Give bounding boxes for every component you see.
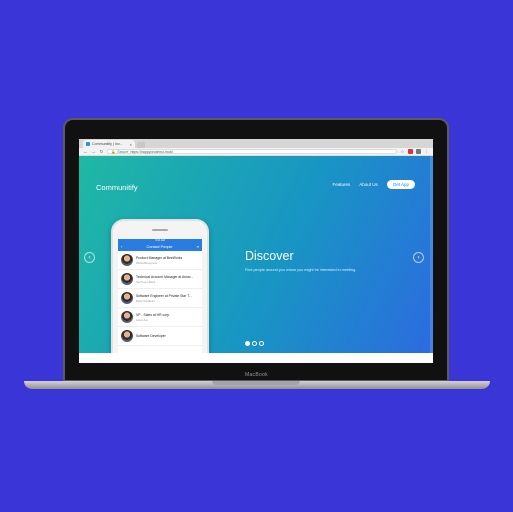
tab-title: Communitify | Inv... — [92, 142, 123, 146]
address-bar: ← → ↻ 🔒 Secure https://happyorcdemo.mobi… — [79, 148, 433, 156]
contact-row[interactable]: Technical Account Manager at Amaz... Sey… — [118, 270, 202, 289]
hero-subtitle: Find people around you whom you might be… — [245, 268, 357, 272]
browser-tab-bar: Communitify | Inv... × — [79, 139, 433, 148]
favicon-icon — [86, 142, 90, 146]
contact-company: Works/Boogmeer — [136, 260, 158, 265]
url-input[interactable]: 🔒 Secure https://happyorcdemo.mobi — [107, 149, 397, 154]
laptop-notch — [212, 381, 300, 385]
phone-mockup: 9:41 AM ‹ Contact People ≡ Product Manag… — [111, 219, 209, 353]
contact-title: Technical Account Manager at Amaz... — [136, 274, 194, 279]
back-icon[interactable]: ‹ — [121, 245, 122, 249]
carousel-dot[interactable] — [259, 341, 264, 346]
contact-row[interactable]: Software Engineer at Private Star T... B… — [118, 289, 202, 308]
contact-company: Beal Cloudless — [136, 298, 155, 303]
star-icon[interactable]: ☆ — [400, 149, 405, 155]
close-icon[interactable]: × — [130, 142, 132, 147]
carousel-dots — [245, 341, 264, 346]
reload-icon[interactable]: ↻ — [99, 149, 104, 155]
avatar — [121, 330, 133, 342]
extension-icon[interactable] — [408, 149, 413, 154]
site-nav: Features About Us Get App — [332, 180, 415, 189]
filter-icon[interactable]: ≡ — [197, 245, 199, 249]
contact-title: Software Developer — [136, 333, 166, 338]
avatar — [121, 292, 133, 304]
phone-header-title: Contact People — [146, 245, 173, 249]
scrollbar[interactable] — [430, 156, 433, 353]
back-icon[interactable]: ← — [83, 149, 88, 154]
contact-row[interactable]: VP - Sales at HR corp. Accel Acc — [118, 308, 202, 327]
phone-header: ‹ Contact People ≡ — [118, 243, 202, 251]
browser-tab[interactable]: Communitify | Inv... × — [83, 140, 135, 148]
nav-features[interactable]: Features — [332, 182, 350, 187]
laptop-screen: Communitify | Inv... × ← → ↻ 🔒 Secure ht… — [79, 139, 433, 363]
carousel-dot[interactable] — [245, 341, 250, 346]
lock-icon: 🔒 — [111, 149, 116, 154]
get-app-button[interactable]: Get App — [386, 180, 415, 189]
contact-title: VP - Sales at HR corp. — [136, 312, 171, 317]
carousel-dot[interactable] — [252, 341, 257, 346]
avatar — [121, 273, 133, 285]
website-hero: Communitify Features About Us Get App ‹ … — [79, 156, 433, 353]
next-slide-button[interactable]: › — [413, 252, 424, 263]
prev-slide-button[interactable]: ‹ — [84, 252, 95, 263]
brand-logo[interactable]: Communitify — [96, 183, 138, 192]
forward-icon[interactable]: → — [91, 149, 96, 154]
avatar — [121, 254, 133, 266]
hero-title: Discover — [245, 249, 294, 263]
contact-title: Software Engineer at Private Star T... — [136, 293, 192, 298]
phone-speaker — [152, 229, 168, 231]
url-text: https://happyorcdemo.mobi — [130, 149, 173, 154]
secure-label: Secure — [117, 149, 129, 154]
contact-row[interactable]: Software Developer — [118, 327, 202, 346]
contact-title: Product Manager at BeeWorks — [136, 255, 183, 260]
phone-screen: 9:41 AM ‹ Contact People ≡ Product Manag… — [118, 239, 202, 353]
contact-company: SeyToven Bank — [136, 279, 156, 284]
more-menu-icon[interactable]: ⋮ — [424, 149, 429, 155]
avatar — [121, 311, 133, 323]
nav-about[interactable]: About Us — [359, 182, 378, 187]
contact-row[interactable]: Product Manager at BeeWorks Works/Boogme… — [118, 251, 202, 270]
device-label: MacBook — [245, 372, 268, 378]
contact-company: Accel Acc — [136, 317, 149, 322]
extension-icon[interactable] — [416, 149, 421, 154]
new-tab-button[interactable] — [137, 142, 145, 148]
